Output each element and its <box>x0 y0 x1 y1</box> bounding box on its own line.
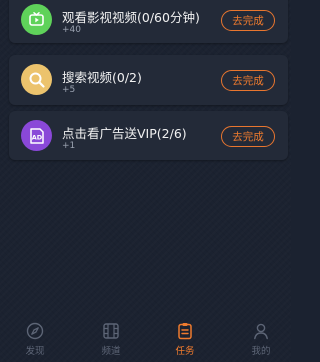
bottom-tab-bar: 发现 频道 任务 我的 <box>0 320 291 362</box>
tab-label: 频道 <box>101 346 121 357</box>
task-reward: +5 <box>62 85 76 95</box>
complete-task-button[interactable]: 去完成 <box>221 70 275 91</box>
user-icon <box>254 323 268 340</box>
tab-channel[interactable]: 频道 <box>86 322 136 360</box>
tab-label: 发现 <box>25 346 45 357</box>
tab-label: 任务 <box>175 346 195 357</box>
task-card-watch-ad-vip: AD 点击看广告送VIP(2/6) +1 去完成 <box>9 111 288 160</box>
tab-mine[interactable]: 我的 <box>236 322 286 360</box>
compass-icon <box>26 322 44 340</box>
clipboard-icon <box>178 323 192 340</box>
complete-task-button[interactable]: 去完成 <box>221 10 275 31</box>
tv-play-icon <box>21 4 52 35</box>
tab-tasks[interactable]: 任务 <box>160 322 210 360</box>
task-title: 点击看广告送VIP(2/6) <box>62 126 187 141</box>
search-icon <box>21 64 52 95</box>
svg-text:AD: AD <box>31 133 42 141</box>
tab-label: 我的 <box>251 346 271 357</box>
tab-discover[interactable]: 发现 <box>10 322 60 360</box>
task-title: 观看影视视频(0/60分钟) <box>62 10 200 25</box>
task-reward: +1 <box>62 141 76 151</box>
task-card-watch-video: 观看影视视频(0/60分钟) +40 去完成 <box>9 0 288 43</box>
film-icon <box>103 323 119 339</box>
task-reward: +40 <box>62 25 81 35</box>
ad-icon: AD <box>21 120 52 151</box>
task-title: 搜索视频(0/2) <box>62 70 142 85</box>
task-card-search-video: 搜索视频(0/2) +5 去完成 <box>9 55 288 105</box>
complete-task-button[interactable]: 去完成 <box>221 126 275 147</box>
